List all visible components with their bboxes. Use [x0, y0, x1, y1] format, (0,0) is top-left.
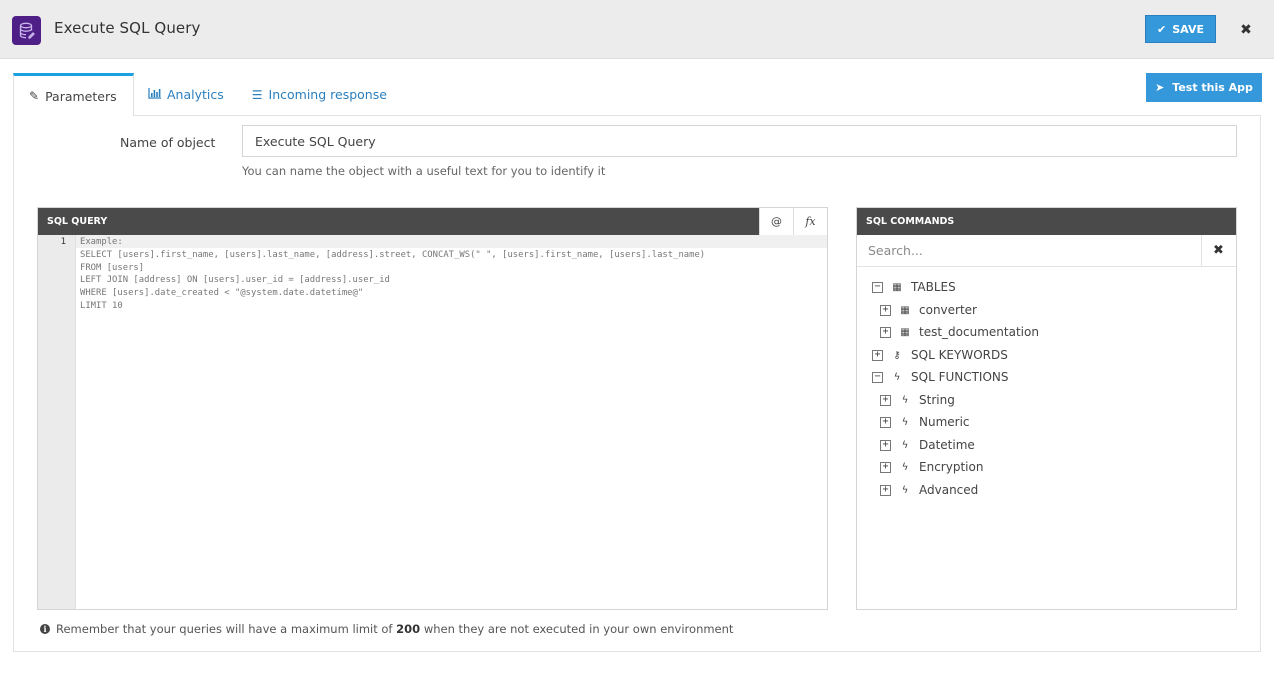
- tree-node-label: Numeric: [919, 415, 970, 429]
- tree-node-converter[interactable]: + ▦ converter: [880, 300, 977, 320]
- bolt-icon: ϟ: [901, 416, 909, 428]
- sql-query-header: SQL QUERY @ fx: [38, 208, 827, 235]
- sql-commands-search: ✖: [857, 235, 1236, 267]
- bar-chart-icon: [148, 87, 161, 102]
- tree-node-label: test_documentation: [919, 325, 1039, 339]
- bolt-icon: ϟ: [893, 371, 901, 383]
- tab-parameters[interactable]: ✎ Parameters: [13, 73, 134, 116]
- tree-node-tables[interactable]: − ▦ TABLES: [872, 277, 956, 297]
- bolt-icon: ϟ: [901, 439, 909, 451]
- close-icon[interactable]: ✖: [1238, 22, 1254, 38]
- test-app-label: Test this App: [1172, 81, 1253, 94]
- bolt-icon: ϟ: [901, 461, 909, 473]
- tree-node-encryption[interactable]: + ϟ Encryption: [880, 457, 983, 477]
- line-number: 1: [60, 237, 66, 247]
- tab-bar: ✎ Parameters Analytics ☰ Incoming respon…: [13, 73, 401, 116]
- list-icon: ☰: [251, 87, 263, 102]
- expand-icon[interactable]: +: [880, 484, 891, 496]
- insert-variable-button[interactable]: @: [759, 208, 793, 235]
- tab-label: Incoming response: [268, 87, 387, 102]
- clear-search-icon[interactable]: ✖: [1201, 235, 1236, 266]
- table-icon: ▦: [900, 304, 910, 316]
- bolt-icon: ϟ: [901, 394, 909, 406]
- code-line: Example:: [80, 237, 123, 247]
- expand-icon[interactable]: +: [880, 439, 891, 451]
- sql-commands-search-input[interactable]: [857, 235, 1202, 266]
- tree-node-label: TABLES: [911, 280, 956, 294]
- save-button[interactable]: ✔ SAVE: [1145, 15, 1216, 43]
- tree-node-label: Datetime: [919, 438, 975, 452]
- expand-icon[interactable]: +: [880, 326, 891, 338]
- sql-query-editor: SQL QUERY @ fx 1 Example: SELECT [users].…: [37, 207, 828, 610]
- tree-node-label: SQL KEYWORDS: [911, 348, 1008, 362]
- code-line: WHERE [users].date_created < "@system.da…: [80, 288, 364, 299]
- sql-code-area[interactable]: Example: SELECT [users].first_name, [user…: [80, 236, 705, 313]
- table-icon: ▦: [900, 326, 910, 338]
- tab-incoming-response[interactable]: ☰ Incoming response: [238, 73, 401, 116]
- expand-icon[interactable]: +: [880, 461, 891, 473]
- tree-node-test-documentation[interactable]: + ▦ test_documentation: [880, 322, 1039, 342]
- top-bar: Execute SQL Query ✔ SAVE ✖: [0, 0, 1274, 59]
- collapse-icon[interactable]: −: [872, 371, 883, 383]
- tree-node-label: String: [919, 393, 955, 407]
- expand-icon[interactable]: +: [880, 416, 891, 428]
- name-of-object-label: Name of object: [120, 135, 216, 150]
- bolt-icon: ϟ: [901, 484, 909, 496]
- tree-node-datetime[interactable]: + ϟ Datetime: [880, 435, 975, 455]
- database-icon: [12, 16, 41, 45]
- expand-icon[interactable]: +: [880, 304, 891, 316]
- tree-node-label: Encryption: [919, 460, 984, 474]
- tree-node-sql-keywords[interactable]: + ⚷ SQL KEYWORDS: [872, 345, 1008, 365]
- key-icon: ⚷: [893, 349, 901, 361]
- collapse-icon[interactable]: −: [872, 281, 883, 293]
- page-title: Execute SQL Query: [54, 19, 201, 37]
- tree-node-label: SQL FUNCTIONS: [911, 370, 1009, 384]
- tab-label: Parameters: [45, 88, 117, 104]
- insert-function-button[interactable]: fx: [793, 208, 827, 235]
- tree-node-advanced[interactable]: + ϟ Advanced: [880, 480, 978, 500]
- tree-node-label: Advanced: [919, 483, 979, 497]
- tree-node-string[interactable]: + ϟ String: [880, 390, 955, 410]
- sql-query-title: SQL QUERY: [47, 216, 108, 227]
- table-icon: ▦: [892, 281, 902, 293]
- tab-analytics[interactable]: Analytics: [134, 73, 238, 116]
- tree-node-label: converter: [919, 303, 977, 317]
- tree-node-sql-functions[interactable]: − ϟ SQL FUNCTIONS: [872, 367, 1009, 387]
- notice-prefix: Remember that your queries will have a m…: [56, 622, 393, 636]
- code-line: LEFT JOIN [address] ON [users].user_id =…: [80, 275, 390, 286]
- name-of-object-input[interactable]: [242, 125, 1237, 157]
- check-icon: ✔: [1157, 22, 1167, 36]
- rocket-icon: ➤: [1155, 81, 1165, 94]
- sql-commands-header: SQL COMMANDS: [857, 208, 1236, 235]
- expand-icon[interactable]: +: [872, 349, 883, 361]
- expand-icon[interactable]: +: [880, 394, 891, 406]
- notice-limit: 200: [396, 622, 421, 636]
- tab-label: Analytics: [167, 87, 224, 102]
- name-help-text: You can name the object with a useful te…: [242, 164, 606, 178]
- code-line: LIMIT 10: [80, 300, 123, 311]
- edit-icon: ✎: [29, 89, 40, 103]
- limit-notice: i Remember that your queries will have a…: [40, 622, 733, 636]
- test-app-button[interactable]: ➤ Test this App: [1146, 73, 1262, 102]
- code-line: SELECT [users].first_name, [users].last_…: [80, 249, 706, 260]
- line-gutter: 1: [38, 235, 76, 609]
- code-line: FROM [users]: [80, 262, 145, 273]
- info-icon: i: [40, 624, 50, 634]
- notice-suffix: when they are not executed in your own e…: [423, 622, 734, 636]
- save-label: SAVE: [1172, 22, 1204, 36]
- tree-node-numeric[interactable]: + ϟ Numeric: [880, 412, 970, 432]
